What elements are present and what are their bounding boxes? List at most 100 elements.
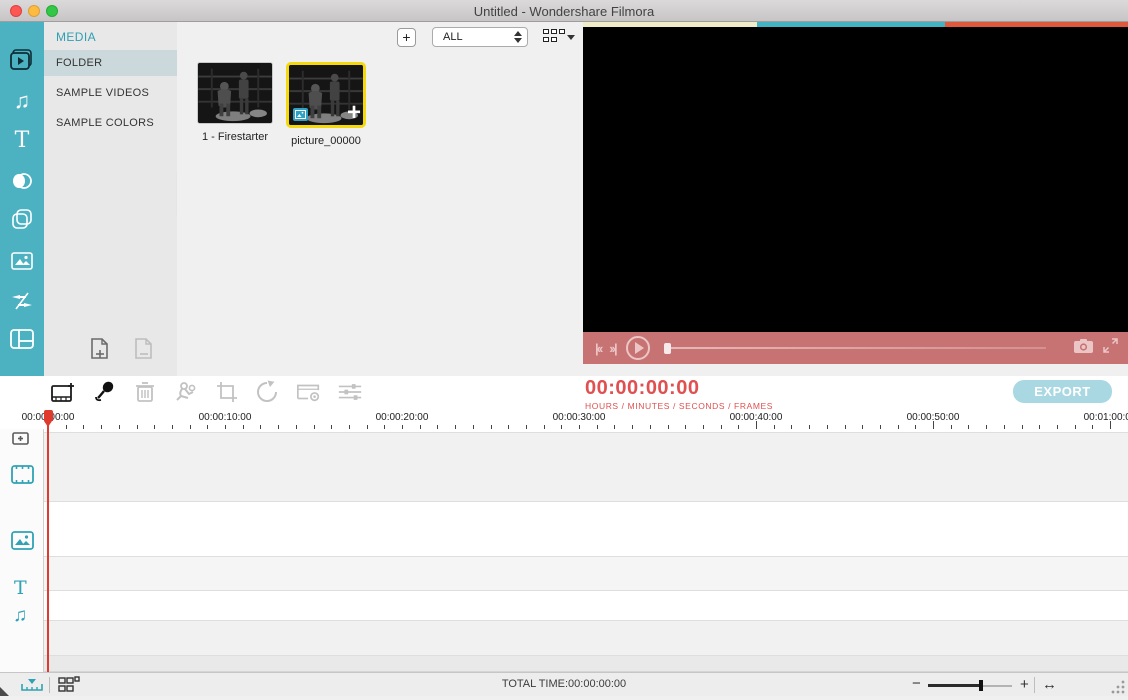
ruler-tick	[402, 425, 403, 429]
text-track[interactable]	[44, 556, 1128, 590]
zoom-handle[interactable]	[979, 680, 983, 691]
advanced-edit-icon[interactable]	[296, 379, 322, 405]
split-arrows-icon	[11, 291, 33, 311]
ruler-label: 00:01:00:00	[1084, 412, 1128, 423]
media-panel-header: MEDIA	[44, 22, 177, 50]
media-panel-item-sample-colors[interactable]: SAMPLE COLORS	[44, 110, 177, 136]
timeline-ruler[interactable]: 00:00:00:0000:00:10:0000:00:20:0000:00:3…	[0, 410, 1128, 429]
sidebar-item-elements[interactable]	[0, 244, 44, 278]
ruler-tick	[154, 425, 155, 429]
sidebar-item-transitions[interactable]	[0, 164, 44, 198]
ruler-tick	[650, 425, 651, 429]
stripe-teal	[757, 22, 945, 27]
media-item-grid: 1 - Firestarter +picture_00000	[197, 62, 366, 147]
export-button[interactable]: EXPORT	[1013, 380, 1112, 403]
edit-toolbar: 00:00:00:00 HOURS / MINUTES / SECONDS / …	[0, 376, 1128, 410]
filter-select[interactable]: ALL	[432, 27, 528, 47]
adjust-icon[interactable]	[337, 379, 363, 405]
zoom-in-button[interactable]: +	[1020, 676, 1029, 693]
pip-track[interactable]	[44, 501, 1128, 556]
media-panel-item-sample-videos[interactable]: SAMPLE VIDEOS	[44, 80, 177, 106]
fit-timeline-button[interactable]: ↔	[1042, 676, 1057, 693]
media-thumbnail[interactable]: +	[286, 62, 366, 128]
ruler-tick	[278, 425, 279, 429]
remove-file-button[interactable]	[132, 336, 156, 367]
video-track[interactable]	[44, 432, 1128, 501]
playhead-handle[interactable]	[44, 410, 53, 427]
timeline-zoom-slider[interactable]	[928, 679, 1012, 691]
add-to-timeline-icon[interactable]: +	[347, 99, 361, 127]
media-panel-item-folder[interactable]: FOLDER	[44, 50, 177, 76]
media-panel: MEDIA FOLDER SAMPLE VIDEOS SAMPLE COLORS	[44, 22, 177, 376]
timecode-display: 00:00:00:00 HOURS / MINUTES / SECONDS / …	[585, 377, 773, 411]
sidebar-item-text[interactable]: T	[0, 124, 44, 158]
ruler-tick	[349, 425, 350, 429]
media-item-label: 1 - Firestarter	[202, 131, 268, 143]
ruler-tick	[561, 425, 562, 429]
audio-track[interactable]	[44, 590, 1128, 620]
seek-handle[interactable]	[664, 343, 671, 354]
add-track-button[interactable]	[12, 430, 32, 451]
title-bar: Untitled - Wondershare Filmora	[0, 0, 1128, 22]
playback-controls: |‹‹ ››|	[583, 332, 1128, 364]
preview-top-stripe	[583, 22, 1128, 27]
text-track-icon: T	[14, 577, 27, 599]
ruler-tick	[827, 425, 828, 429]
ruler-tick	[544, 425, 545, 429]
record-mic-icon[interactable]	[91, 379, 117, 405]
play-button[interactable]	[626, 336, 650, 360]
music-icon: ♫	[14, 90, 31, 112]
ruler-tick	[1004, 425, 1005, 429]
skip-back-icon[interactable]: |‹‹	[595, 341, 601, 356]
add-media-icon[interactable]	[50, 379, 76, 405]
stripe-cream	[583, 22, 757, 27]
ruler-tick	[1092, 425, 1093, 429]
ruler-tick	[862, 425, 863, 429]
fullscreen-button[interactable]	[1103, 338, 1118, 358]
crop-icon[interactable]	[214, 379, 240, 405]
ruler-tick	[455, 425, 456, 429]
audio-track-icon: ♫	[13, 605, 27, 627]
sidebar-item-audio[interactable]: ♫	[0, 84, 44, 118]
view-mode-button[interactable]	[543, 28, 575, 46]
skip-forward-icon[interactable]: ››|	[609, 341, 615, 356]
ruler-tick	[597, 425, 598, 429]
chevron-down-icon	[567, 35, 575, 40]
ruler-tick	[703, 425, 704, 429]
extra-track[interactable]	[44, 620, 1128, 655]
import-file-button[interactable]	[88, 336, 112, 367]
ruler-tick	[756, 421, 757, 429]
ruler-tick	[951, 425, 952, 429]
resize-grip[interactable]	[1111, 680, 1125, 694]
ruler-tick	[1022, 425, 1023, 429]
ruler-tick	[296, 425, 297, 429]
ruler-tick	[880, 425, 881, 429]
ruler-tick	[473, 425, 474, 429]
playhead-line[interactable]	[47, 410, 49, 672]
zoom-track-empty	[981, 685, 1012, 687]
sidebar-item-media[interactable]	[0, 44, 44, 78]
sidebar-item-splitscreen[interactable]	[0, 322, 44, 356]
ruler-tick	[898, 425, 899, 429]
ruler-tick	[66, 425, 67, 429]
media-item[interactable]: +picture_00000	[286, 62, 366, 147]
divider	[1034, 677, 1035, 693]
window-title: Untitled - Wondershare Filmora	[0, 4, 1128, 19]
delete-icon[interactable]	[132, 379, 158, 405]
split-icon[interactable]	[173, 379, 199, 405]
add-media-button[interactable]: +	[397, 28, 416, 47]
ruler-tick	[491, 425, 492, 429]
snapshot-button[interactable]	[1074, 339, 1093, 358]
ruler-tick	[119, 425, 120, 429]
ruler-tick	[314, 425, 315, 429]
sidebar-item-split[interactable]	[0, 284, 44, 318]
media-thumbnail[interactable]	[197, 62, 273, 124]
ruler-tick	[331, 425, 332, 429]
elements-icon	[11, 252, 33, 270]
image-type-icon	[293, 108, 308, 121]
seek-slider[interactable]	[664, 342, 1046, 354]
zoom-out-button[interactable]: −	[912, 675, 921, 692]
rotate-icon[interactable]	[255, 379, 281, 405]
sidebar-item-overlays[interactable]	[0, 202, 44, 236]
media-item[interactable]: 1 - Firestarter	[197, 62, 273, 147]
